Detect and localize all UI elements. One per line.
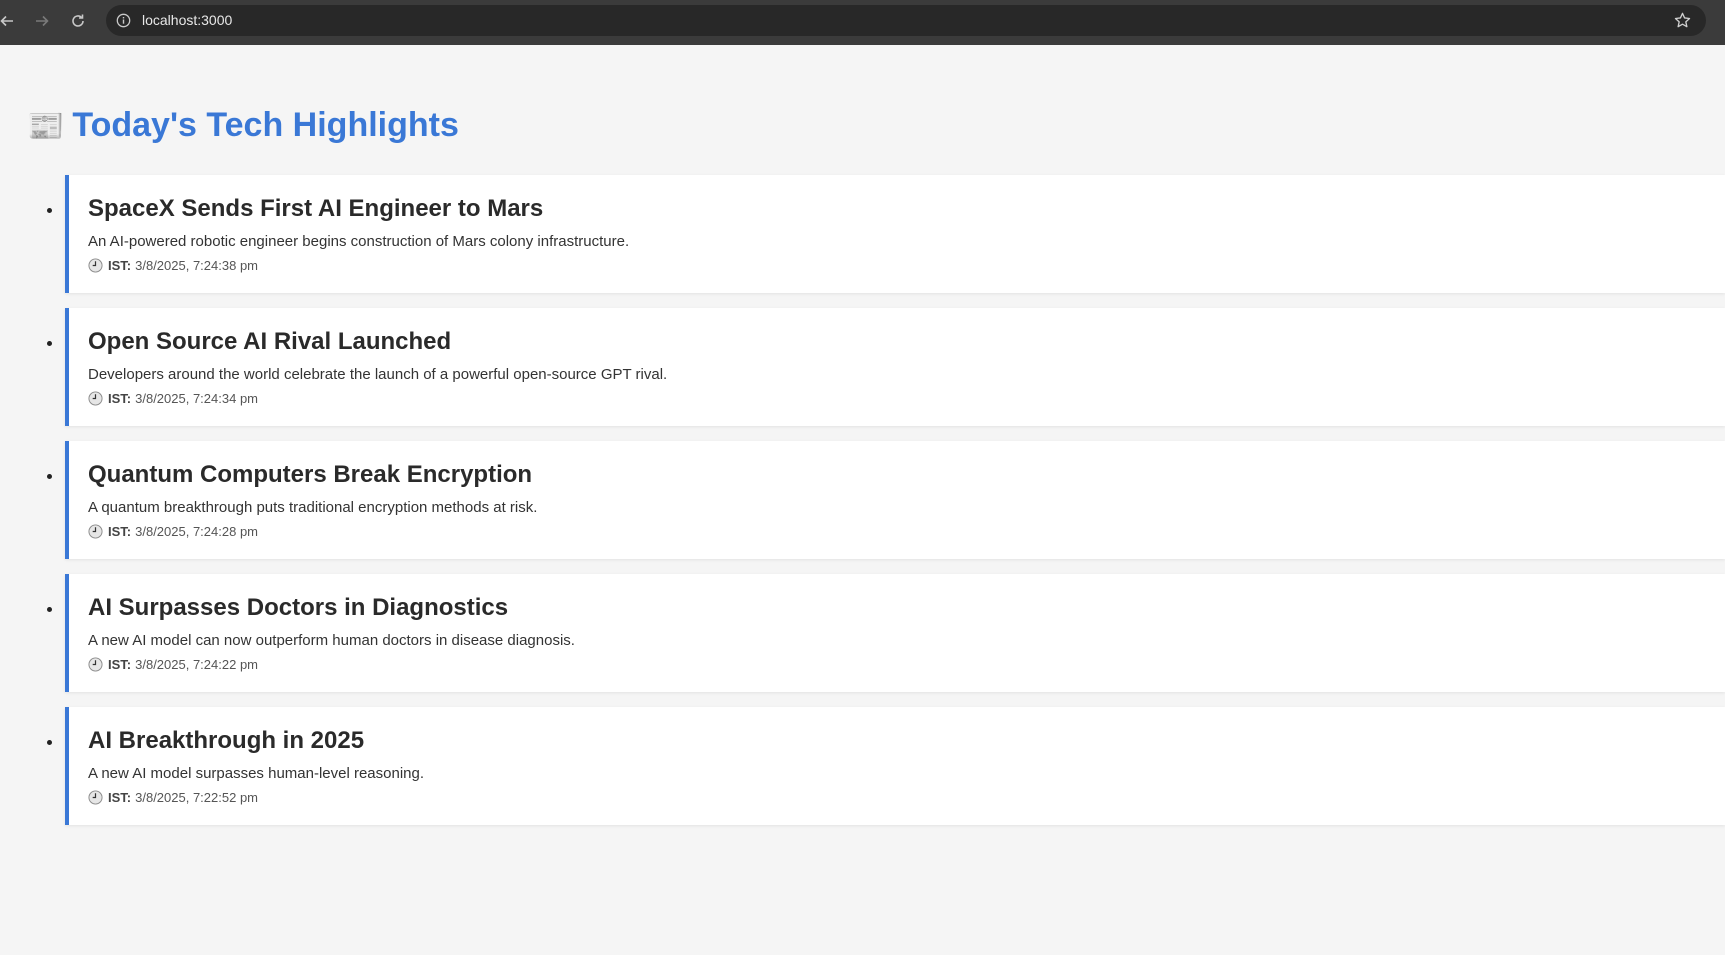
news-card: Quantum Computers Break Encryption A qua… <box>65 441 1725 559</box>
timezone-label: IST: <box>108 790 132 805</box>
clock-icon <box>88 391 103 406</box>
news-card: AI Surpasses Doctors in Diagnostics A ne… <box>65 574 1725 692</box>
news-item: Open Source AI Rival Launched Developers… <box>0 308 1725 426</box>
news-title: SpaceX Sends First AI Engineer to Mars <box>88 195 544 222</box>
news-timestamp: IST: 3/8/2025, 7:24:22 pm <box>88 656 258 673</box>
news-card: Open Source AI Rival Launched Developers… <box>65 308 1725 426</box>
news-item: Quantum Computers Break Encryption A qua… <box>0 441 1725 559</box>
list-bullet <box>47 607 52 612</box>
browser-toolbar: localhost:3000 <box>0 0 1725 45</box>
clock-icon <box>88 524 103 539</box>
clock-icon <box>88 258 103 273</box>
url-text[interactable]: localhost:3000 <box>142 12 232 29</box>
news-item: AI Breakthrough in 2025 A new AI model s… <box>0 707 1725 825</box>
timezone-label: IST: <box>108 657 132 672</box>
timezone-label: IST: <box>108 524 132 539</box>
news-timestamp: IST: 3/8/2025, 7:24:34 pm <box>88 390 258 407</box>
list-bullet <box>47 740 52 745</box>
news-card: SpaceX Sends First AI Engineer to Mars A… <box>65 175 1725 293</box>
time-value: 3/8/2025, 7:22:52 pm <box>135 790 258 805</box>
forward-icon[interactable] <box>30 9 54 33</box>
newspaper-icon: 📰 <box>27 110 65 143</box>
info-icon[interactable] <box>116 13 131 28</box>
address-bar[interactable]: localhost:3000 <box>106 5 1706 36</box>
timezone-label: IST: <box>108 391 132 406</box>
reload-icon[interactable] <box>66 9 90 33</box>
news-timestamp: IST: 3/8/2025, 7:22:52 pm <box>88 789 258 806</box>
time-value: 3/8/2025, 7:24:38 pm <box>135 258 258 273</box>
list-bullet <box>47 341 52 346</box>
news-item: AI Surpasses Doctors in Diagnostics A ne… <box>0 574 1725 692</box>
news-description: Developers around the world celebrate th… <box>88 366 668 383</box>
news-description: A new AI model can now outperform human … <box>88 632 575 649</box>
list-bullet <box>47 208 52 213</box>
news-list: SpaceX Sends First AI Engineer to Mars A… <box>0 175 1725 840</box>
list-bullet <box>47 474 52 479</box>
news-card: AI Breakthrough in 2025 A new AI model s… <box>65 707 1725 825</box>
news-timestamp: IST: 3/8/2025, 7:24:28 pm <box>88 523 258 540</box>
time-value: 3/8/2025, 7:24:34 pm <box>135 391 258 406</box>
back-icon[interactable] <box>0 9 19 33</box>
time-value: 3/8/2025, 7:24:22 pm <box>135 657 258 672</box>
news-description: A new AI model surpasses human-level rea… <box>88 765 425 782</box>
news-title: Open Source AI Rival Launched <box>88 328 452 355</box>
star-icon[interactable] <box>1673 11 1692 30</box>
news-description: An AI-powered robotic engineer begins co… <box>88 233 630 250</box>
time-value: 3/8/2025, 7:24:28 pm <box>135 524 258 539</box>
news-title: AI Breakthrough in 2025 <box>88 727 365 754</box>
news-timestamp: IST: 3/8/2025, 7:24:38 pm <box>88 257 258 274</box>
news-title: AI Surpasses Doctors in Diagnostics <box>88 594 509 621</box>
news-item: SpaceX Sends First AI Engineer to Mars A… <box>0 175 1725 293</box>
page-title: 📰 Today's Tech Highlights <box>27 103 459 149</box>
news-description: A quantum breakthrough puts traditional … <box>88 499 538 516</box>
timezone-label: IST: <box>108 258 132 273</box>
page-title-text: Today's Tech Highlights <box>72 106 459 144</box>
clock-icon <box>88 657 103 672</box>
clock-icon <box>88 790 103 805</box>
news-title: Quantum Computers Break Encryption <box>88 461 533 488</box>
